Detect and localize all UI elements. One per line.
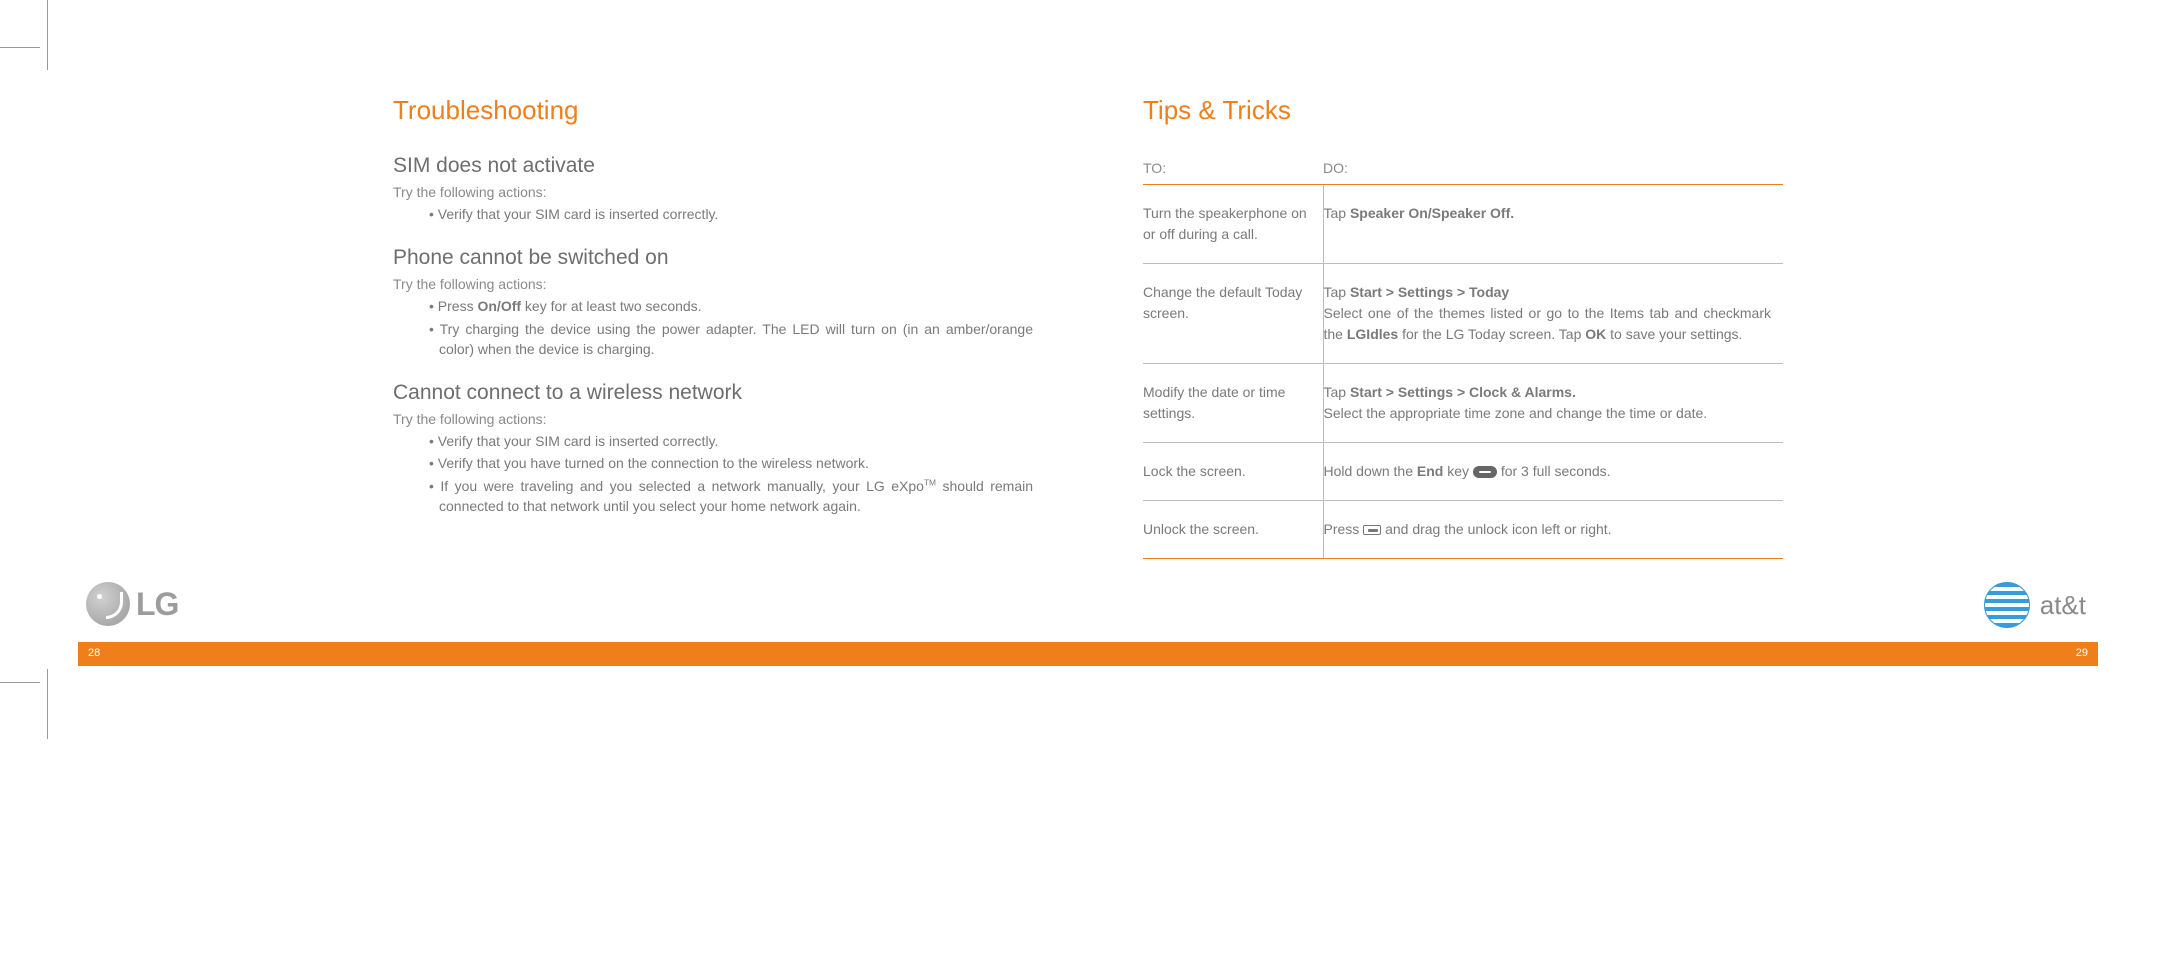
lg-logo: LG (86, 582, 178, 626)
list-item: Verify that your SIM card is inserted co… (439, 431, 1033, 451)
tips-table: TO: DO: Turn the speakerphone on or off … (1143, 154, 1783, 559)
table-header-to: TO: (1143, 154, 1323, 185)
to-cell: Lock the screen. (1143, 443, 1323, 501)
att-logo: at&t (1984, 582, 2086, 628)
footer-bar: 28 29 (78, 642, 2098, 666)
lg-logo-icon (86, 582, 130, 626)
do-cell: Press and drag the unlock icon left or r… (1323, 501, 1783, 559)
to-cell: Turn the speakerphone on or off during a… (1143, 185, 1323, 264)
list-item: Verify that you have turned on the conne… (439, 453, 1033, 473)
att-globe-icon (1984, 582, 2030, 628)
bullet-list: Verify that your SIM card is inserted co… (393, 204, 1033, 224)
table-row: Unlock the screen. Press and drag the un… (1143, 501, 1783, 559)
left-page: Troubleshooting SIM does not activate Tr… (343, 40, 1083, 660)
section-heading-sim: SIM does not activate (393, 154, 1033, 178)
page-title-right: Tips & Tricks (1143, 95, 1783, 126)
list-item: If you were traveling and you selected a… (439, 476, 1033, 517)
section-intro: Try the following actions: (393, 184, 1033, 200)
end-key-icon (1473, 466, 1497, 478)
section-intro: Try the following actions: (393, 276, 1033, 292)
to-cell: Unlock the screen. (1143, 501, 1323, 559)
att-logo-text: at&t (2040, 590, 2086, 621)
lg-logo-text: LG (136, 586, 178, 623)
table-header-do: DO: (1323, 154, 1783, 185)
table-row: Modify the date or time settings. Tap St… (1143, 364, 1783, 443)
page-title-left: Troubleshooting (393, 95, 1033, 126)
do-cell: Hold down the End key for 3 full seconds… (1323, 443, 1783, 501)
do-cell: Tap Start > Settings > Clock & Alarms.Se… (1323, 364, 1783, 443)
to-cell: Modify the date or time settings. (1143, 364, 1323, 443)
bullet-list: Verify that your SIM card is inserted co… (393, 431, 1033, 516)
to-cell: Change the default Today screen. (1143, 264, 1323, 364)
section-intro: Try the following actions: (393, 411, 1033, 427)
list-item: Verify that your SIM card is inserted co… (439, 204, 1033, 224)
page-number-right: 29 (2076, 647, 2088, 659)
page-number-left: 28 (88, 647, 100, 659)
button-icon (1363, 525, 1381, 535)
list-item: Press On/Off key for at least two second… (439, 296, 1033, 316)
table-row: Turn the speakerphone on or off during a… (1143, 185, 1783, 264)
table-row: Lock the screen. Hold down the End key f… (1143, 443, 1783, 501)
table-row: Change the default Today screen. Tap Sta… (1143, 264, 1783, 364)
bullet-list: Press On/Off key for at least two second… (393, 296, 1033, 359)
section-heading-wireless: Cannot connect to a wireless network (393, 381, 1033, 405)
section-heading-power: Phone cannot be switched on (393, 246, 1033, 270)
do-cell: Tap Speaker On/Speaker Off. (1323, 185, 1783, 264)
right-page: Tips & Tricks TO: DO: Turn the speakerph… (1093, 40, 1833, 660)
do-cell: Tap Start > Settings > TodaySelect one o… (1323, 264, 1783, 364)
list-item: Try charging the device using the power … (439, 319, 1033, 360)
